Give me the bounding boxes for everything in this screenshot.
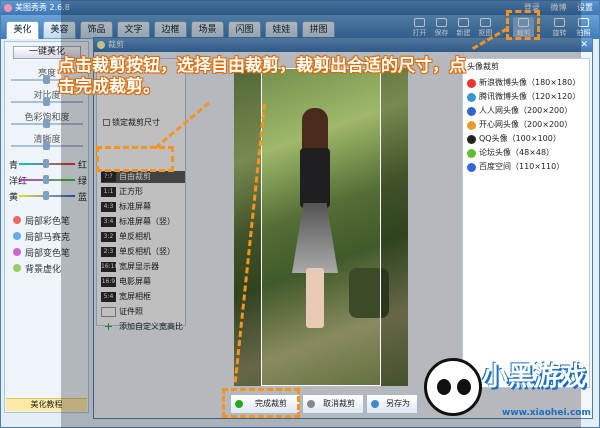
save-as-icon (371, 400, 379, 408)
new-icon (458, 18, 469, 27)
saturation-slider[interactable]: 色彩饱和度 (5, 110, 89, 132)
branding: 小黑游戏 www.xiaohei.com (410, 346, 600, 428)
rotate-button[interactable]: 旋转 (549, 17, 570, 38)
cancel-crop-button[interactable]: 取消裁剪 (302, 394, 364, 414)
camera-button[interactable]: 拍照 (573, 17, 594, 38)
qq-icon (467, 135, 476, 144)
avatar-crop-panel: 头像裁剪 新浪微博头像（180×180） 腾讯微博头像（120×120） 人人网… (462, 58, 590, 388)
color-pen-icon (13, 216, 21, 224)
slider-knob[interactable] (43, 97, 50, 106)
free-crop-highlight (96, 146, 174, 172)
ratio-2-3[interactable]: 2:3 单反相机（竖） (101, 246, 185, 258)
done-crop-highlight (222, 388, 300, 418)
avatar-kaixin[interactable]: 开心网头像（200×200） (467, 119, 572, 131)
magenta-green-slider[interactable]: 洋红绿 (7, 174, 89, 187)
folder-icon (414, 18, 425, 27)
dialog-title-bar: 裁剪 ✕ (94, 38, 592, 52)
ratio-16-10[interactable]: 16:10 宽屏显示器 (101, 261, 185, 273)
avatar-sina[interactable]: 新浪微博头像（180×180） (467, 77, 580, 89)
new-button[interactable]: 新建 (453, 17, 474, 38)
ratio-square[interactable]: 1:1 正方形 (101, 186, 185, 198)
effect-color-pen[interactable]: 局部彩色笔 (13, 214, 70, 227)
scissors-icon (480, 18, 491, 27)
instruction-text: 点击裁剪按钮，选择自由裁剪，裁剪出合适的尺寸，点击完成裁剪。 (58, 56, 466, 97)
slider-knob[interactable] (43, 141, 50, 150)
camera-icon (578, 18, 589, 27)
ratio-16-9[interactable]: 16:9 电影屏幕 (101, 276, 185, 288)
app-title: 美图秀秀 2.6.8 (15, 3, 70, 12)
sharpness-slider[interactable]: 清晰度 (5, 132, 89, 154)
recolor-pen-icon (13, 248, 21, 256)
mosaic-icon (13, 232, 21, 240)
ratio-id-photo[interactable]: 证件照 (101, 306, 185, 318)
effect-mosaic[interactable]: 局部马赛克 (13, 230, 70, 243)
id-photo-icon (101, 307, 116, 317)
crop-frame[interactable] (261, 68, 381, 386)
rotate-icon (554, 18, 565, 27)
photo-canvas[interactable] (234, 68, 408, 386)
add-custom-ratio[interactable]: + 添加自定义宽高比 (101, 321, 185, 333)
baidu-icon (467, 163, 476, 172)
yellow-blue-slider[interactable]: 黄蓝 (7, 190, 89, 203)
lock-size-checkbox[interactable]: 锁定裁剪尺寸 (103, 117, 160, 128)
renren-icon (467, 107, 476, 116)
ratio-3-4[interactable]: 3:4 标准屏幕（竖） (101, 216, 185, 228)
effect-blur-background[interactable]: 背景虚化 (13, 262, 61, 275)
plus-icon: + (103, 320, 114, 333)
avatar-qq[interactable]: QQ头像（100×100） (467, 133, 561, 145)
avatar-renren[interactable]: 人人网头像（200×200） (467, 105, 572, 117)
slider-knob[interactable] (43, 75, 50, 84)
slider-knob[interactable] (43, 119, 50, 128)
crop-dialog-icon (97, 41, 105, 49)
crop-button-highlight (506, 10, 540, 40)
tab-cosmetic[interactable]: 美容 (43, 21, 76, 39)
save-icon (436, 18, 447, 27)
cyan-red-slider[interactable]: 青红 (7, 158, 89, 171)
dialog-title: 裁剪 (108, 40, 124, 49)
forum-icon (467, 149, 476, 158)
tutorial-link[interactable]: 美化教程 (6, 398, 87, 411)
ratio-free[interactable]: ?:? 自由裁剪 (101, 171, 185, 183)
close-icon[interactable]: ✕ (580, 38, 588, 52)
weibo-link[interactable]: 微博 (550, 3, 566, 12)
blur-icon (13, 264, 21, 272)
brand-name: 小黑游戏 (482, 362, 587, 392)
avatar-tencent[interactable]: 腾讯微博头像（120×120） (467, 91, 580, 103)
panda-mascot-icon (424, 358, 482, 416)
avatar-baidu[interactable]: 百度空间（110×110） (467, 161, 564, 173)
cancel-icon (307, 400, 315, 408)
brand-url: www.xiaohei.com (502, 408, 591, 418)
ratio-3-2[interactable]: 3:2 单反相机 (101, 231, 185, 243)
ratio-5-4[interactable]: 5:4 宽屏相框 (101, 291, 185, 303)
avatar-forum[interactable]: 论坛头像（48×48） (467, 147, 554, 159)
kaixin-icon (467, 121, 476, 130)
settings-link[interactable]: 设置 (577, 3, 593, 12)
tab-beautify[interactable]: 美化 (6, 21, 39, 39)
ratio-4-3[interactable]: 4:3 标准屏幕 (101, 201, 185, 213)
app-logo-icon (4, 4, 12, 12)
ratio-panel: 🔍 锁定裁剪尺寸 ?:? 自由裁剪 1:1 正方形 4:3 标准屏幕 3:4 标准屏幕（… (96, 58, 201, 332)
effect-recolor-pen[interactable]: 局部变色笔 (13, 246, 70, 259)
save-button[interactable]: 保存 (431, 17, 452, 38)
open-button[interactable]: 打开 (409, 17, 430, 38)
